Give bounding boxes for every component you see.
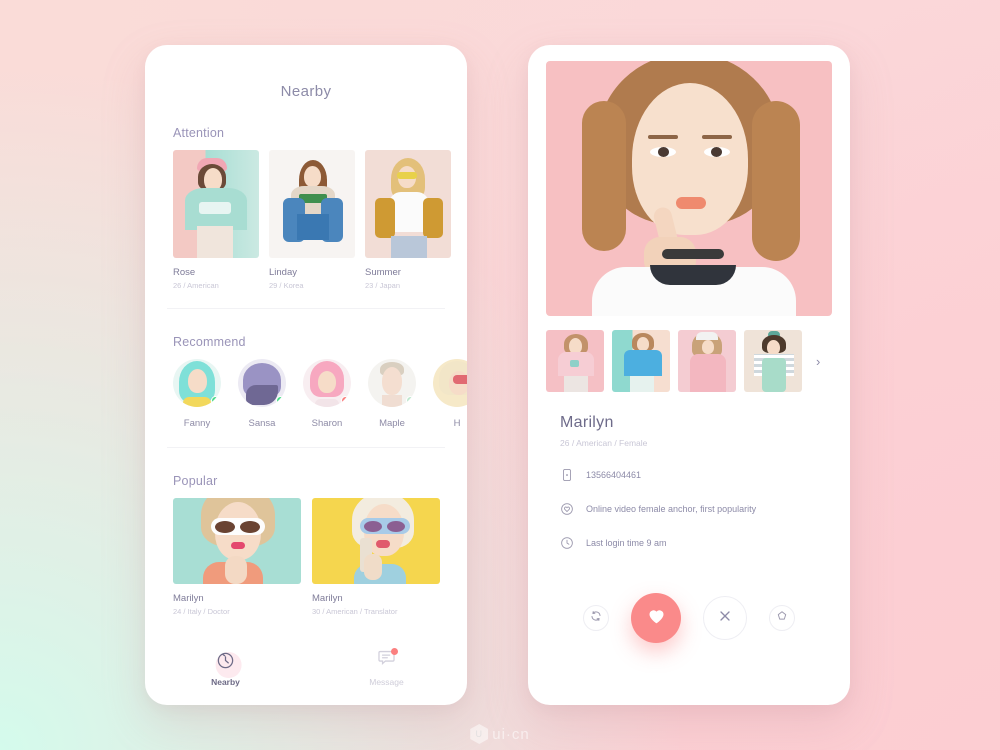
profile-bio: Online video female anchor, first popula…	[586, 504, 757, 514]
recommend-person[interactable]: Maple	[368, 359, 416, 429]
recommend-name: Maple	[379, 418, 405, 429]
recommend-person[interactable]: H	[433, 359, 467, 429]
status-dot	[276, 396, 285, 405]
avatar[interactable]	[238, 359, 286, 407]
popular-photo[interactable]	[173, 498, 301, 584]
bookmark-button[interactable]	[769, 605, 795, 631]
status-dot	[211, 396, 220, 405]
section-heading-popular: Popular	[173, 474, 222, 488]
attention-card-list: Rose 26 / American Linday 29 / Korea Sum…	[145, 150, 467, 290]
profile-last-login: Last login time 9 am	[586, 538, 667, 548]
phone-icon	[560, 468, 574, 482]
attention-meta: 23 / Japan	[365, 281, 401, 290]
clock-icon	[560, 536, 574, 550]
chevron-right-icon[interactable]: ›	[816, 354, 820, 369]
popular-name: Marilyn	[173, 593, 204, 604]
section-divider	[167, 308, 445, 309]
chat-icon	[306, 648, 467, 672]
refresh-icon	[590, 609, 602, 627]
tab-label: Message	[369, 677, 404, 687]
section-attention: Attention Rose 26 / American Linday 29 /…	[145, 124, 467, 290]
recommend-person[interactable]: Fanny	[173, 359, 221, 429]
recommend-name: H	[453, 418, 461, 429]
attention-meta: 29 / Korea	[269, 281, 304, 290]
attention-card[interactable]: Summer 23 / Japan	[365, 150, 451, 290]
thumbnail[interactable]	[744, 330, 802, 392]
profile-detail-row: 13566404461	[560, 468, 818, 482]
close-icon	[717, 608, 733, 629]
attention-name: Linday	[269, 267, 297, 278]
section-heading-recommend: Recommend	[173, 335, 251, 349]
attention-photo[interactable]	[365, 150, 451, 258]
section-recommend: Recommend Fanny Sansa Sharon Maple H	[145, 333, 467, 429]
popular-meta: 24 / Italy / Doctor	[173, 607, 230, 616]
status-dot	[341, 396, 350, 405]
message-unread-badge	[391, 648, 398, 655]
bottom-tab-bar: Nearby Message	[145, 648, 467, 687]
hero-photo[interactable]	[546, 61, 832, 316]
status-dot	[406, 396, 415, 405]
avatar[interactable]	[303, 359, 351, 407]
attention-name: Summer	[365, 267, 401, 278]
popular-meta: 30 / American / Translator	[312, 607, 398, 616]
profile-info: Marilyn 26 / American / Female 135664044…	[528, 392, 850, 550]
section-divider	[167, 447, 445, 448]
profile-name: Marilyn	[560, 414, 614, 431]
attention-card[interactable]: Rose 26 / American	[173, 150, 259, 290]
popular-photo[interactable]	[312, 498, 440, 584]
thumbnail[interactable]	[612, 330, 670, 392]
watermark-logo-icon: U	[470, 724, 489, 744]
recommend-avatar-list[interactable]: Fanny Sansa Sharon Maple H	[145, 359, 467, 429]
popular-name: Marilyn	[312, 593, 343, 604]
profile-phone: 13566404461	[586, 470, 642, 480]
avatar[interactable]	[368, 359, 416, 407]
popular-card-list: Marilyn 24 / Italy / Doctor Marilyn 30 /…	[145, 498, 467, 616]
like-button[interactable]	[631, 593, 681, 643]
profile-action-bar	[528, 593, 850, 643]
avatar[interactable]	[173, 359, 221, 407]
popular-card[interactable]: Marilyn 24 / Italy / Doctor	[173, 498, 301, 616]
avatar[interactable]	[433, 359, 467, 407]
section-popular: Popular Marilyn 24 / Italy / Doctor Mari…	[145, 472, 467, 616]
phone-nearby-screen: Nearby Attention Rose 26 / American Lind…	[145, 45, 467, 705]
recommend-name: Fanny	[183, 418, 211, 429]
dislike-button[interactable]	[703, 596, 747, 640]
phone-profile-screen: › Marilyn 26 / American / Female 1356640…	[528, 45, 850, 705]
recommend-name: Sansa	[248, 418, 276, 429]
heart-circle-icon	[560, 502, 574, 516]
attention-card[interactable]: Linday 29 / Korea	[269, 150, 355, 290]
profile-detail-row: Online video female anchor, first popula…	[560, 502, 818, 516]
section-heading-attention: Attention	[173, 126, 230, 140]
attention-meta: 26 / American	[173, 281, 219, 290]
recommend-person[interactable]: Sharon	[303, 359, 351, 429]
photo-thumbnail-strip[interactable]: ›	[528, 316, 850, 392]
recommend-person[interactable]: Sansa	[238, 359, 286, 429]
thumbnail[interactable]	[678, 330, 736, 392]
tab-nearby[interactable]: Nearby	[145, 648, 306, 687]
recommend-name: Sharon	[311, 418, 343, 429]
thumbnail[interactable]	[546, 330, 604, 392]
attention-photo[interactable]	[269, 150, 355, 258]
star-icon	[776, 609, 788, 627]
watermark: U ui·cn	[0, 724, 1000, 744]
page-title: Nearby	[280, 83, 332, 100]
attention-photo[interactable]	[173, 150, 259, 258]
tab-message[interactable]: Message	[306, 648, 467, 687]
profile-subtitle: 26 / American / Female	[560, 438, 648, 448]
heart-icon	[646, 605, 667, 631]
watermark-text: ui·cn	[492, 725, 530, 743]
app-canvas: Nearby Attention Rose 26 / American Lind…	[0, 0, 1000, 750]
compass-icon	[145, 648, 306, 672]
refresh-button[interactable]	[583, 605, 609, 631]
tab-label: Nearby	[211, 677, 240, 687]
attention-name: Rose	[173, 267, 196, 278]
profile-detail-row: Last login time 9 am	[560, 536, 818, 550]
popular-card[interactable]: Marilyn 30 / American / Translator	[312, 498, 440, 616]
